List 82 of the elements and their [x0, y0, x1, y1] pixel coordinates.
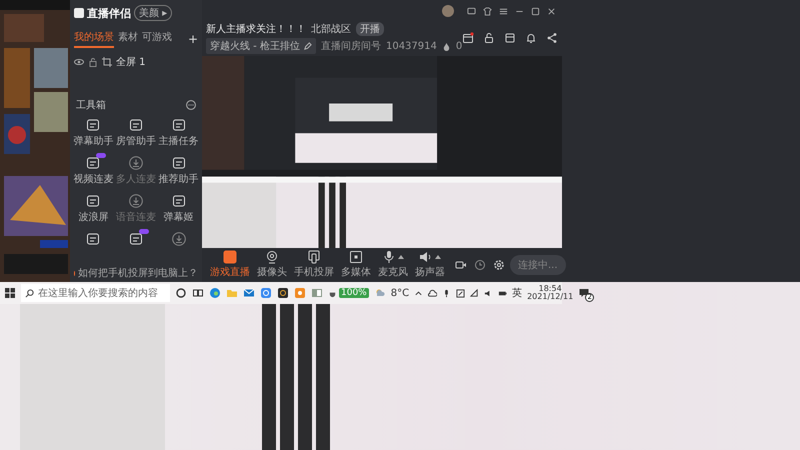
source-button[interactable]: 扬声器 [413, 250, 447, 279]
notification-icon[interactable] [578, 287, 590, 299]
logo-icon [74, 8, 84, 18]
more-icon[interactable] [186, 100, 196, 110]
ime-indicator[interactable]: 英 [512, 286, 522, 300]
settings-icon[interactable] [493, 258, 505, 270]
calendar-icon[interactable] [462, 32, 474, 44]
avatar[interactable] [442, 5, 454, 17]
panel-icon[interactable] [172, 194, 186, 208]
circle-icon[interactable] [175, 287, 187, 299]
app-logo: 直播伴侣 [87, 6, 131, 20]
panel-icon[interactable] [172, 118, 186, 132]
maximize-icon[interactable] [531, 6, 540, 16]
tool-label[interactable]: 弹幕姬 [164, 210, 194, 224]
tool-label[interactable]: 弹幕助手 [73, 134, 114, 148]
mic-icon [382, 250, 396, 264]
source-button[interactable]: 摄像头 [255, 250, 289, 279]
screen-icon [223, 250, 237, 264]
camera-icon [265, 250, 279, 264]
temperature[interactable]: 8°C [390, 288, 410, 298]
battery-icon[interactable] [498, 288, 508, 298]
mail-icon[interactable] [243, 287, 255, 299]
crop-icon [102, 57, 112, 67]
clock-icon[interactable] [474, 258, 486, 270]
source-button[interactable]: 多媒体 [339, 250, 373, 279]
cloud-icon[interactable] [428, 288, 438, 298]
clock-date[interactable]: 2021/12/11 [527, 293, 574, 302]
add-tab-button[interactable]: + [188, 32, 198, 46]
windows-icon[interactable] [4, 287, 16, 299]
pencil-icon [302, 42, 312, 50]
toolbox-title: 工具箱 [76, 99, 106, 112]
scene-tab[interactable]: 我的场景 [74, 30, 114, 48]
room-id-label: 直播间房间号 [320, 40, 381, 53]
zone-label: 北部战区 [311, 22, 351, 36]
clock-time[interactable]: 18:54 [538, 284, 562, 293]
source-button[interactable]: 游戏直播 [208, 250, 252, 279]
panel-icon[interactable] [128, 118, 143, 132]
tool-label[interactable]: 房管助手 [116, 134, 156, 148]
menu-icon[interactable] [499, 6, 508, 16]
phone-icon [307, 250, 321, 264]
scene-tab[interactable]: 可游戏 [142, 30, 172, 48]
bell-icon[interactable] [525, 32, 538, 44]
eye-icon[interactable] [74, 57, 84, 67]
panel-icon[interactable] [172, 156, 186, 170]
speaker-icon [419, 250, 433, 264]
pen-icon[interactable] [456, 288, 466, 298]
wifi-icon[interactable] [470, 288, 480, 298]
media-icon [349, 250, 363, 264]
stream-title: 新人主播求关注！！！ [206, 22, 306, 36]
video-icon[interactable] [455, 258, 467, 270]
panel-icon[interactable] [86, 118, 100, 132]
scene-item[interactable]: 全屏 1 [116, 55, 146, 69]
scene-tab[interactable]: 素材 [118, 30, 138, 48]
shirt-icon[interactable] [483, 6, 492, 16]
panel-icon[interactable] [86, 194, 100, 208]
caret-icon[interactable] [435, 255, 441, 259]
tool-label[interactable]: 推荐助手 [158, 172, 199, 186]
share-icon[interactable] [546, 32, 558, 44]
panel-icon[interactable] [86, 156, 100, 170]
tool-label[interactable]: 视频连麦 [73, 172, 114, 186]
chat-icon[interactable] [467, 6, 476, 16]
box-icon[interactable] [504, 32, 516, 44]
lock-icon[interactable] [88, 57, 98, 67]
tool-label[interactable]: 主播任务 [158, 134, 199, 148]
close-icon[interactable] [547, 6, 556, 16]
unlock-icon[interactable] [483, 32, 496, 44]
beauty-button[interactable]: 美颜 ▸ [134, 5, 172, 21]
panel-icon[interactable] [128, 232, 143, 246]
category-button[interactable]: 穿越火线 - 枪王排位 [206, 38, 316, 54]
app-icon[interactable] [277, 287, 289, 299]
source-button[interactable]: 麦克风 [376, 250, 410, 279]
browser-icon[interactable] [209, 287, 221, 299]
room-id: 10437914 [386, 40, 437, 52]
panel-icon[interactable] [86, 232, 100, 246]
source-button[interactable]: 手机投屏 [292, 250, 336, 279]
search-icon [25, 288, 34, 298]
task-view-icon[interactable] [192, 287, 204, 299]
caret-icon[interactable] [398, 255, 404, 259]
tool-label[interactable]: 波浪屏 [78, 210, 108, 224]
heat-count: 0 [456, 40, 462, 52]
status-tag: 开播 [356, 22, 384, 36]
notice-text[interactable]: 如何把手机投屏到电脑上？ [78, 266, 198, 280]
